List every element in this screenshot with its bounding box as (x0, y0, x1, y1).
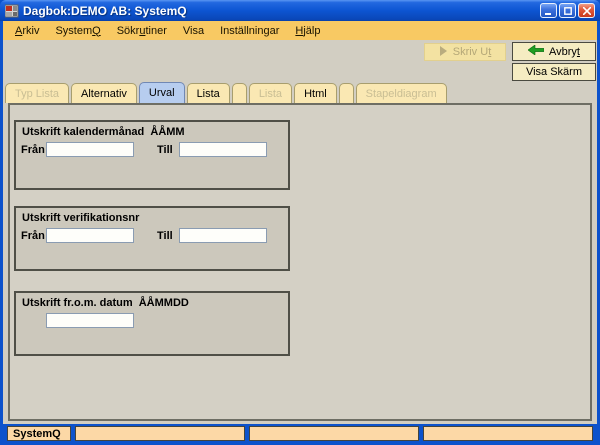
status-bar: SystemQ (3, 424, 597, 441)
window-controls (540, 3, 595, 18)
tab-alternativ[interactable]: Alternativ (71, 83, 137, 103)
menu-item-installningar[interactable]: Inställningar (212, 23, 287, 39)
show-screen-button-label: Visa Skärm (525, 66, 583, 78)
app-window: Dagbok:DEMO AB: SystemQ Arkiv SystemQ Sö… (0, 0, 600, 445)
groupbox-title: Utskrift verifikationsnr (22, 212, 140, 224)
tab-spacer-2 (338, 83, 354, 103)
urval-tab-panel: Utskrift kalendermånad ÅÅMM Från Till Ut… (8, 103, 592, 421)
play-right-triangle-icon (439, 45, 448, 59)
close-button[interactable] (578, 3, 595, 18)
print-button: Skriv Ut (424, 43, 506, 61)
minimize-button[interactable] (540, 3, 557, 18)
app-icon (5, 4, 19, 18)
tab-lista-2: Lista (248, 83, 293, 103)
menu-item-visa[interactable]: Visa (175, 23, 212, 39)
tab-html[interactable]: Html (294, 83, 337, 103)
menu-bar: Arkiv SystemQ Sökrutiner Visa Inställnin… (3, 21, 597, 40)
status-panel (249, 426, 419, 441)
cancel-button-label: Avbryt (549, 45, 580, 58)
show-screen-button[interactable]: Visa Skärm (512, 63, 596, 81)
groupbox-fom-datum: Utskrift fr.o.m. datum ÅÅMMDD (14, 291, 290, 356)
fran-label: Från (21, 143, 45, 156)
menu-item-hjalp[interactable]: Hjälp (287, 23, 328, 39)
menu-item-sokrutiner[interactable]: Sökrutiner (109, 23, 175, 39)
print-button-label: Skriv Ut (452, 46, 492, 58)
groupbox-verifikationsnr: Utskrift verifikationsnr Från Till (14, 206, 290, 271)
groupbox-title: Utskrift kalendermånad ÅÅMM (22, 126, 185, 138)
verifikationsnr-till-input[interactable] (179, 228, 267, 243)
menu-item-arkiv[interactable]: Arkiv (7, 23, 47, 39)
kalendermanad-fran-input[interactable] (46, 142, 134, 157)
cancel-button[interactable]: Avbryt (512, 42, 596, 61)
status-panel (75, 426, 245, 441)
tab-typ-lista: Typ Lista (5, 83, 70, 103)
verifikationsnr-fran-input[interactable] (46, 228, 134, 243)
fom-datum-input[interactable] (46, 313, 134, 328)
till-label: Till (157, 143, 173, 156)
title-bar: Dagbok:DEMO AB: SystemQ (0, 0, 600, 21)
kalendermanad-till-input[interactable] (179, 142, 267, 157)
till-label: Till (157, 229, 173, 242)
tab-strip: Typ Lista Alternativ Urval Lista Lista H… (5, 82, 447, 103)
tab-urval[interactable]: Urval (138, 82, 185, 103)
status-panel-systemq: SystemQ (7, 426, 71, 441)
fran-label: Från (21, 229, 45, 242)
green-left-arrow-icon (527, 44, 545, 58)
tab-lista[interactable]: Lista (186, 83, 230, 103)
menu-item-systemq[interactable]: SystemQ (47, 23, 108, 39)
status-panel (423, 426, 593, 441)
tab-spacer (231, 83, 247, 103)
groupbox-title: Utskrift fr.o.m. datum ÅÅMMDD (22, 297, 189, 309)
window-title: Dagbok:DEMO AB: SystemQ (23, 3, 187, 18)
maximize-button[interactable] (559, 3, 576, 18)
groupbox-kalendermanad: Utskrift kalendermånad ÅÅMM Från Till (14, 120, 290, 190)
tab-stapeldiagram: Stapeldiagram (355, 83, 447, 103)
main-area: Skriv Ut Avbryt Visa Skärm Typ Lista Alt… (3, 40, 597, 424)
